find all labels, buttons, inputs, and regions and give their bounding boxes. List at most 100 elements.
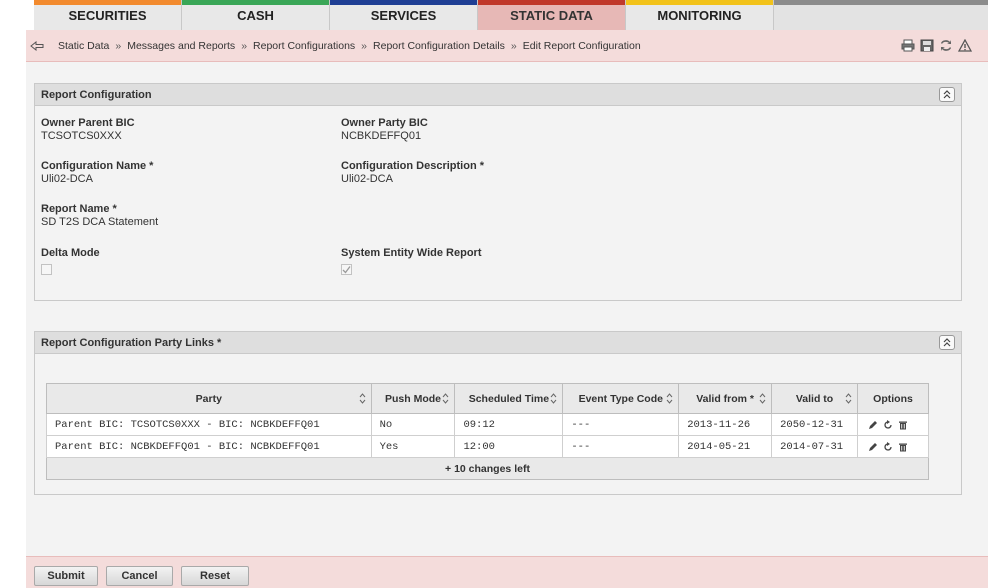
configuration-description-value: Uli02-DCA <box>341 173 393 185</box>
tab-services[interactable]: SERVICES <box>330 0 478 30</box>
party-links-table: Party Push Mode Scheduled Time Event Typ… <box>46 383 929 480</box>
column-header-label: Scheduled Time <box>468 392 550 405</box>
owner-parent-bic-label: Owner Parent BIC <box>41 117 135 129</box>
tab-color-bar <box>330 0 477 5</box>
column-header-label: Valid from * <box>696 392 755 405</box>
report-name-field: Report Name * SD T2S DCA Statement <box>41 203 158 228</box>
breadcrumb-static-data[interactable]: Static Data <box>58 40 109 52</box>
tab-label: SERVICES <box>370 8 437 23</box>
system-entity-wide-checkbox[interactable] <box>341 264 352 275</box>
table-row[interactable]: Parent BIC: NCBKDEFFQ01 - BIC: NCBKDEFFQ… <box>46 435 929 458</box>
tab-color-bar <box>478 0 625 5</box>
column-header-label: Options <box>873 392 913 405</box>
breadcrumb-separator: » <box>361 40 368 52</box>
owner-parent-bic-value: TCSOTCS0XXX <box>41 130 122 142</box>
panel-header: Report Configuration <box>35 84 961 106</box>
add-row[interactable]: + 10 changes left <box>46 457 929 480</box>
column-header-scheduled-time[interactable]: Scheduled Time <box>454 383 564 414</box>
system-entity-wide-field: System Entity Wide Report <box>341 247 481 275</box>
sort-icon <box>359 393 365 404</box>
column-header-valid-to[interactable]: Valid to <box>771 383 858 414</box>
configuration-name-field: Configuration Name * Uli02-DCA <box>41 160 153 185</box>
system-entity-wide-label: System Entity Wide Report <box>341 247 482 259</box>
tab-color-bar <box>626 0 773 5</box>
configuration-description-field: Configuration Description * Uli02-DCA <box>341 160 484 185</box>
breadcrumb-messages-and-reports[interactable]: Messages and Reports <box>127 40 235 52</box>
column-header-event-type-code[interactable]: Event Type Code <box>562 383 680 414</box>
reset-button[interactable]: Reset <box>181 566 249 586</box>
tab-label: CASH <box>237 8 274 23</box>
panel-title: Report Configuration Party Links * <box>41 337 222 349</box>
print-icon[interactable] <box>901 39 915 52</box>
tab-cash[interactable]: CASH <box>182 0 330 30</box>
cell-event-type-code: --- <box>562 435 680 458</box>
cell-scheduled-time: 12:00 <box>454 435 564 458</box>
sort-icon <box>443 393 449 404</box>
tab-monitoring[interactable]: MONITORING <box>626 0 774 30</box>
column-header-push-mode[interactable]: Push Mode <box>370 383 456 414</box>
cell-valid-to: 2050-12-31 <box>771 413 858 436</box>
table-row[interactable]: Parent BIC: TCSOTCS0XXX - BIC: NCBKDEFFQ… <box>46 413 929 436</box>
column-header-party[interactable]: Party <box>46 383 372 414</box>
column-header-valid-from[interactable]: Valid from * <box>678 383 773 414</box>
refresh-icon[interactable] <box>939 39 953 52</box>
cell-options <box>857 435 929 458</box>
cell-valid-from: 2014-05-21 <box>678 435 773 458</box>
owner-party-bic-label: Owner Party BIC <box>341 117 428 129</box>
checkmark-icon <box>342 266 351 274</box>
report-name-label: Report Name * <box>41 203 117 215</box>
cell-valid-to: 2014-07-31 <box>771 435 858 458</box>
delete-icon[interactable] <box>898 420 908 430</box>
tab-label: STATIC DATA <box>510 8 593 23</box>
collapse-button[interactable] <box>939 335 955 350</box>
cell-valid-from: 2013-11-26 <box>678 413 773 436</box>
tab-color-bar <box>34 0 181 5</box>
sort-icon <box>666 393 673 404</box>
column-header-options: Options <box>857 383 929 414</box>
back-arrow-icon[interactable] <box>30 40 44 54</box>
sort-icon <box>550 393 557 404</box>
save-icon[interactable] <box>920 39 934 52</box>
revert-icon[interactable] <box>883 419 893 430</box>
cell-party: Parent BIC: NCBKDEFFQ01 - BIC: NCBKDEFFQ… <box>46 435 372 458</box>
tab-color-bar <box>182 0 329 5</box>
tab-securities[interactable]: SECURITIES <box>34 0 182 30</box>
delete-icon[interactable] <box>898 442 908 452</box>
tab-static-data[interactable]: STATIC DATA <box>478 0 626 30</box>
breadcrumb-current-page: Edit Report Configuration <box>522 40 641 52</box>
table-header-row: Party Push Mode Scheduled Time Event Typ… <box>46 383 929 414</box>
column-header-label: Push Mode <box>385 392 442 405</box>
top-navigation: SECURITIES CASH SERVICES STATIC DATA MON… <box>0 0 988 30</box>
owner-parent-bic-field: Owner Parent BIC TCSOTCS0XXX <box>41 117 135 142</box>
panel-header: Report Configuration Party Links * <box>35 332 961 354</box>
sort-icon <box>759 393 766 404</box>
configuration-name-value: Uli02-DCA <box>41 173 93 185</box>
add-row-button[interactable]: + 10 changes left <box>46 457 929 480</box>
cell-push-mode: Yes <box>370 435 456 458</box>
breadcrumb-report-configurations[interactable]: Report Configurations <box>253 40 355 52</box>
panel-title: Report Configuration <box>41 89 152 101</box>
tab-spacer <box>774 0 988 30</box>
configuration-name-label: Configuration Name * <box>41 160 154 172</box>
delta-mode-label: Delta Mode <box>41 247 100 259</box>
breadcrumb-report-configuration-details[interactable]: Report Configuration Details <box>373 40 505 52</box>
alert-icon[interactable] <box>957 38 973 52</box>
edit-icon[interactable] <box>868 442 878 452</box>
breadcrumb-separator: » <box>115 40 122 52</box>
owner-party-bic-value: NCBKDEFFQ01 <box>341 130 422 142</box>
party-links-panel: Report Configuration Party Links * Party… <box>34 331 962 495</box>
delta-mode-field: Delta Mode <box>41 247 100 275</box>
report-name-value: SD T2S DCA Statement <box>41 216 159 228</box>
owner-party-bic-field: Owner Party BIC NCBKDEFFQ01 <box>341 117 428 142</box>
toolbar-icons <box>901 38 973 52</box>
submit-button[interactable]: Submit <box>34 566 98 586</box>
column-header-label: Event Type Code <box>578 392 663 405</box>
main-content: Report Configuration Owner Parent BIC TC… <box>26 62 988 556</box>
cell-party: Parent BIC: TCSOTCS0XXX - BIC: NCBKDEFFQ… <box>46 413 372 436</box>
cancel-button[interactable]: Cancel <box>106 566 173 586</box>
breadcrumb: Static Data » Messages and Reports » Report … <box>58 40 641 52</box>
edit-icon[interactable] <box>868 420 878 430</box>
revert-icon[interactable] <box>883 441 893 452</box>
collapse-button[interactable] <box>939 87 955 102</box>
delta-mode-checkbox[interactable] <box>41 264 52 275</box>
